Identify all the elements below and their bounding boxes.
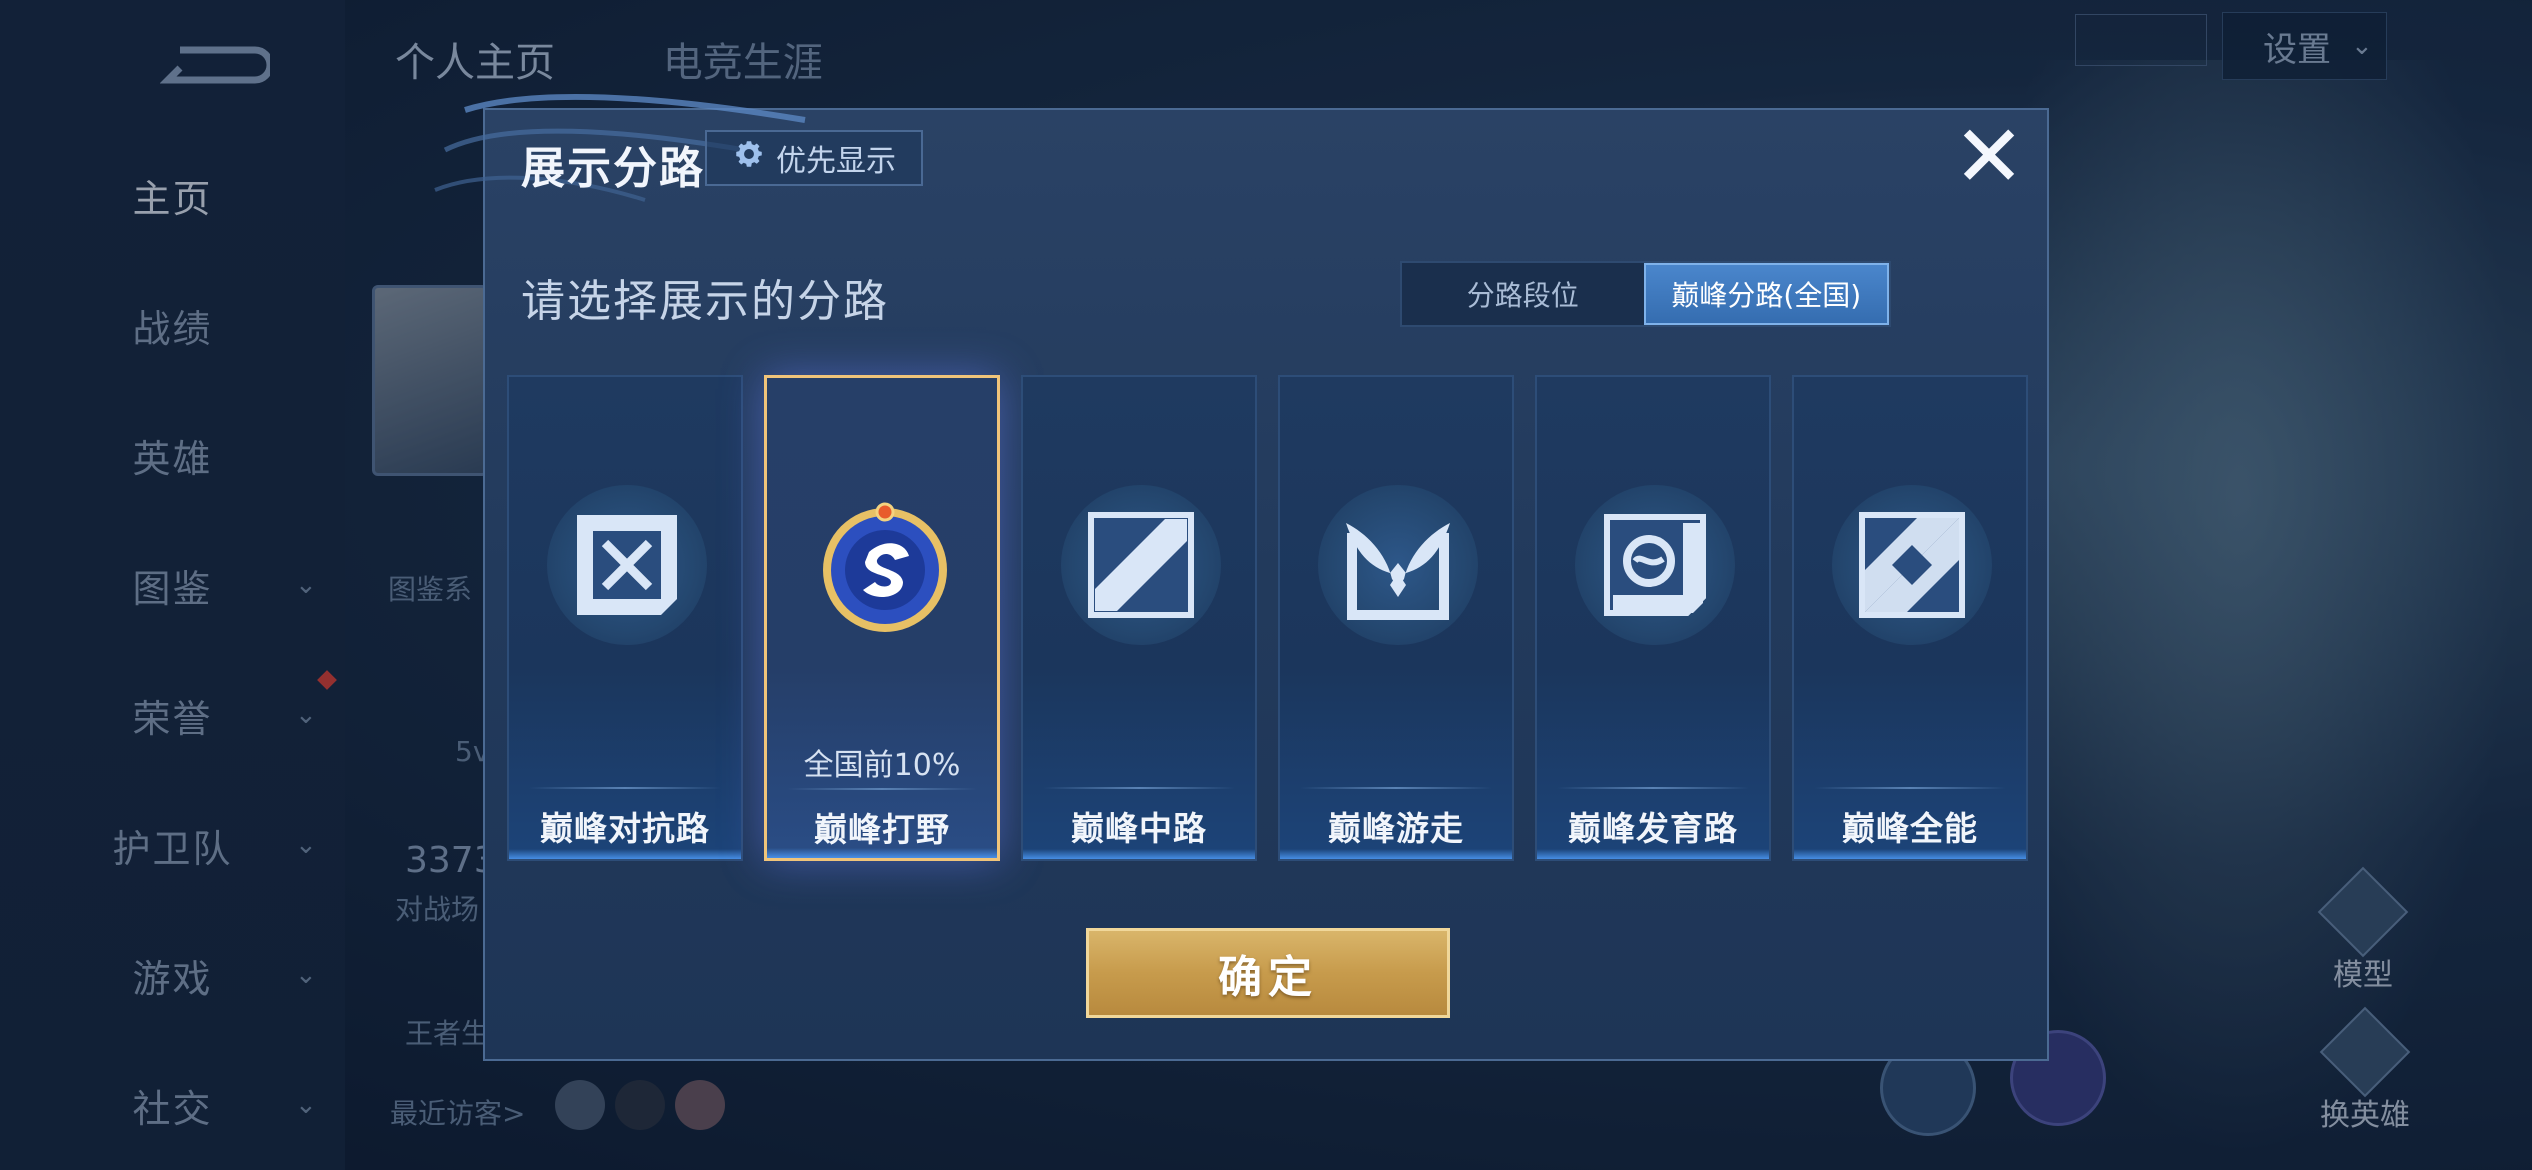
- tab-lane-rank[interactable]: 分路段位: [1402, 263, 1644, 325]
- lane-card-label: 巅峰游走: [1328, 809, 1464, 848]
- mid-lane-icon: [1088, 512, 1194, 618]
- lane-card-mid[interactable]: 巅峰中路: [1021, 375, 1257, 861]
- card-bottom-glow: [509, 849, 741, 859]
- all-round-icon: [1859, 512, 1965, 618]
- lane-card-label: 巅峰对抗路: [540, 809, 710, 848]
- clash-lane-icon: [577, 515, 677, 615]
- card-bottom-glow: [1537, 849, 1769, 859]
- rank-type-toggle: 分路段位 巅峰分路(全国): [1400, 261, 1891, 327]
- card-bottom-glow: [1023, 849, 1255, 859]
- dialog-title: 展示分路: [521, 143, 705, 194]
- confirm-button[interactable]: 确定: [1086, 928, 1450, 1018]
- close-icon[interactable]: ✕: [1953, 114, 2025, 200]
- priority-display-button[interactable]: 优先显示: [705, 130, 923, 186]
- lane-card-label: 巅峰发育路: [1568, 809, 1738, 848]
- gear-icon: [732, 137, 766, 179]
- roam-icon: [1346, 523, 1450, 620]
- divider: [1300, 787, 1492, 789]
- jungle-rank-badge-icon: [823, 502, 947, 632]
- card-bottom-glow: [1280, 849, 1512, 859]
- lane-select-dialog: 展示分路 优先显示 ✕ 请选择展示的分路 分路段位 巅峰分路(全国) 巅峰对抗路: [434, 93, 2049, 1061]
- lane-card-label: 巅峰打野: [814, 810, 950, 849]
- lane-card-jungle[interactable]: 全国前10% 巅峰打野: [764, 375, 1000, 861]
- divider: [529, 787, 721, 789]
- divider: [1557, 787, 1749, 789]
- lane-card-clash[interactable]: 巅峰对抗路: [507, 375, 743, 861]
- card-bottom-glow: [1794, 849, 2026, 859]
- lane-card-label: 巅峰全能: [1842, 809, 1978, 848]
- lane-card-all-round[interactable]: 巅峰全能: [1792, 375, 2028, 861]
- tab-peak-lane-national[interactable]: 巅峰分路(全国): [1643, 263, 1889, 325]
- priority-button-label: 优先显示: [776, 144, 896, 179]
- lane-card-label: 巅峰中路: [1071, 809, 1207, 848]
- farm-lane-icon: [1604, 514, 1706, 616]
- rank-text: 全国前10%: [803, 748, 961, 783]
- card-bottom-glow: [767, 848, 997, 858]
- divider: [1043, 787, 1235, 789]
- dialog-subtitle: 请选择展示的分路: [521, 276, 889, 327]
- lane-card-roam[interactable]: 巅峰游走: [1278, 375, 1514, 861]
- divider: [1814, 787, 2006, 789]
- lane-card-farm[interactable]: 巅峰发育路: [1535, 375, 1771, 861]
- divider: [787, 788, 977, 790]
